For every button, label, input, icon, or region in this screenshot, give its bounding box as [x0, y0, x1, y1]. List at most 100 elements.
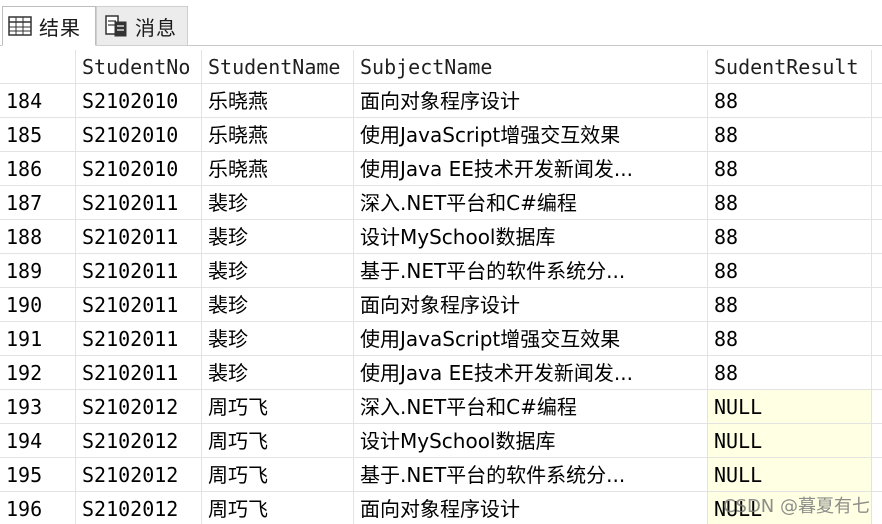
student-name-cell[interactable]: 乐晓燕 [202, 152, 354, 186]
row-filler [872, 84, 882, 118]
row-number[interactable]: 184 [0, 84, 76, 118]
subject-name-cell[interactable]: 使用JavaScript增强交互效果 [354, 118, 708, 152]
subject-name-cell[interactable]: 设计MySchool数据库 [354, 424, 708, 458]
row-filler [872, 152, 882, 186]
column-header-studentname[interactable]: StudentName [202, 50, 354, 84]
subject-name-cell[interactable]: 基于.NET平台的软件系统分... [354, 458, 708, 492]
tab-messages[interactable]: 消息 [96, 6, 188, 46]
row-number[interactable]: 194 [0, 424, 76, 458]
row-filler [872, 288, 882, 322]
student-no-cell[interactable]: S2102010 [76, 84, 202, 118]
subject-name-cell[interactable]: 面向对象程序设计 [354, 492, 708, 524]
student-name-cell[interactable]: 周巧飞 [202, 458, 354, 492]
result-cell-null[interactable]: NULL [708, 458, 872, 492]
result-cell-null[interactable]: NULL [708, 390, 872, 424]
column-header-sudentresult[interactable]: SudentResult [708, 50, 872, 84]
row-number[interactable]: 195 [0, 458, 76, 492]
student-name-cell[interactable]: 裴珍 [202, 322, 354, 356]
result-cell[interactable]: 88 [708, 356, 872, 390]
table-row[interactable]: 186 S2102010 乐晓燕 使用Java EE技术开发新闻发... 88 [0, 152, 882, 186]
table-row[interactable]: 191 S2102011 裴珍 使用JavaScript增强交互效果 88 [0, 322, 882, 356]
student-no-cell[interactable]: S2102011 [76, 288, 202, 322]
row-number[interactable]: 185 [0, 118, 76, 152]
row-number[interactable]: 192 [0, 356, 76, 390]
row-number[interactable]: 191 [0, 322, 76, 356]
table-row[interactable]: 189 S2102011 裴珍 基于.NET平台的软件系统分... 88 [0, 254, 882, 288]
result-cell[interactable]: 88 [708, 288, 872, 322]
result-cell[interactable]: 88 [708, 186, 872, 220]
student-name-cell[interactable]: 裴珍 [202, 186, 354, 220]
row-number[interactable]: 190 [0, 288, 76, 322]
tab-messages-label: 消息 [135, 15, 177, 40]
subject-name-cell[interactable]: 深入.NET平台和C#编程 [354, 390, 708, 424]
row-number[interactable]: 188 [0, 220, 76, 254]
student-no-cell[interactable]: S2102012 [76, 458, 202, 492]
tab-results[interactable]: 结果 [2, 6, 96, 46]
row-filler [872, 390, 882, 424]
table-row[interactable]: 195 S2102012 周巧飞 基于.NET平台的软件系统分... NULL [0, 458, 882, 492]
student-name-cell[interactable]: 裴珍 [202, 356, 354, 390]
header-filler [872, 50, 882, 84]
subject-name-cell[interactable]: 使用Java EE技术开发新闻发... [354, 152, 708, 186]
student-no-cell[interactable]: S2102010 [76, 118, 202, 152]
row-number-header[interactable] [0, 50, 76, 84]
watermark: CSDN @暮夏有七 [722, 496, 870, 517]
student-no-cell[interactable]: S2102010 [76, 152, 202, 186]
table-row[interactable]: 192 S2102011 裴珍 使用Java EE技术开发新闻发... 88 [0, 356, 882, 390]
result-cell[interactable]: 88 [708, 322, 872, 356]
subject-name-cell[interactable]: 设计MySchool数据库 [354, 220, 708, 254]
row-filler [872, 492, 882, 524]
student-no-cell[interactable]: S2102012 [76, 390, 202, 424]
student-name-cell[interactable]: 裴珍 [202, 220, 354, 254]
student-name-cell[interactable]: 裴珍 [202, 254, 354, 288]
result-cell[interactable]: 88 [708, 152, 872, 186]
row-number[interactable]: 186 [0, 152, 76, 186]
result-cell[interactable]: 88 [708, 84, 872, 118]
student-no-cell[interactable]: S2102011 [76, 186, 202, 220]
row-filler [872, 254, 882, 288]
student-name-cell[interactable]: 乐晓燕 [202, 84, 354, 118]
row-number[interactable]: 193 [0, 390, 76, 424]
table-row[interactable]: 187 S2102011 裴珍 深入.NET平台和C#编程 88 [0, 186, 882, 220]
student-name-cell[interactable]: 裴珍 [202, 288, 354, 322]
result-cell[interactable]: 88 [708, 118, 872, 152]
table-row[interactable]: 193 S2102012 周巧飞 深入.NET平台和C#编程 NULL [0, 390, 882, 424]
result-cell-null[interactable]: NULL [708, 424, 872, 458]
student-no-cell[interactable]: S2102012 [76, 492, 202, 524]
row-number[interactable]: 189 [0, 254, 76, 288]
row-filler [872, 220, 882, 254]
subject-name-cell[interactable]: 使用JavaScript增强交互效果 [354, 322, 708, 356]
student-name-cell[interactable]: 周巧飞 [202, 492, 354, 524]
row-filler [872, 186, 882, 220]
row-number[interactable]: 187 [0, 186, 76, 220]
student-no-cell[interactable]: S2102011 [76, 356, 202, 390]
subject-name-cell[interactable]: 面向对象程序设计 [354, 288, 708, 322]
student-name-cell[interactable]: 周巧飞 [202, 424, 354, 458]
student-no-cell[interactable]: S2102011 [76, 254, 202, 288]
student-no-cell[interactable]: S2102011 [76, 220, 202, 254]
student-no-cell[interactable]: S2102012 [76, 424, 202, 458]
row-filler [872, 424, 882, 458]
results-grid[interactable]: StudentNo StudentName SubjectName Sudent… [0, 50, 882, 524]
table-row[interactable]: 184 S2102010 乐晓燕 面向对象程序设计 88 [0, 84, 882, 118]
subject-name-cell[interactable]: 基于.NET平台的软件系统分... [354, 254, 708, 288]
table-row[interactable]: 185 S2102010 乐晓燕 使用JavaScript增强交互效果 88 [0, 118, 882, 152]
table-row[interactable]: 188 S2102011 裴珍 设计MySchool数据库 88 [0, 220, 882, 254]
result-cell[interactable]: 88 [708, 220, 872, 254]
subject-name-cell[interactable]: 面向对象程序设计 [354, 84, 708, 118]
column-header-studentno[interactable]: StudentNo [76, 50, 202, 84]
row-filler [872, 322, 882, 356]
student-name-cell[interactable]: 乐晓燕 [202, 118, 354, 152]
table-row[interactable]: 194 S2102012 周巧飞 设计MySchool数据库 NULL [0, 424, 882, 458]
subject-name-cell[interactable]: 使用Java EE技术开发新闻发... [354, 356, 708, 390]
tab-results-label: 结果 [39, 15, 81, 40]
grid-icon [7, 13, 33, 39]
student-no-cell[interactable]: S2102011 [76, 322, 202, 356]
result-cell[interactable]: 88 [708, 254, 872, 288]
row-number[interactable]: 196 [0, 492, 76, 524]
subject-name-cell[interactable]: 深入.NET平台和C#编程 [354, 186, 708, 220]
table-row[interactable]: 190 S2102011 裴珍 面向对象程序设计 88 [0, 288, 882, 322]
column-header-subjectname[interactable]: SubjectName [354, 50, 708, 84]
student-name-cell[interactable]: 周巧飞 [202, 390, 354, 424]
grid-header: StudentNo StudentName SubjectName Sudent… [0, 50, 882, 84]
